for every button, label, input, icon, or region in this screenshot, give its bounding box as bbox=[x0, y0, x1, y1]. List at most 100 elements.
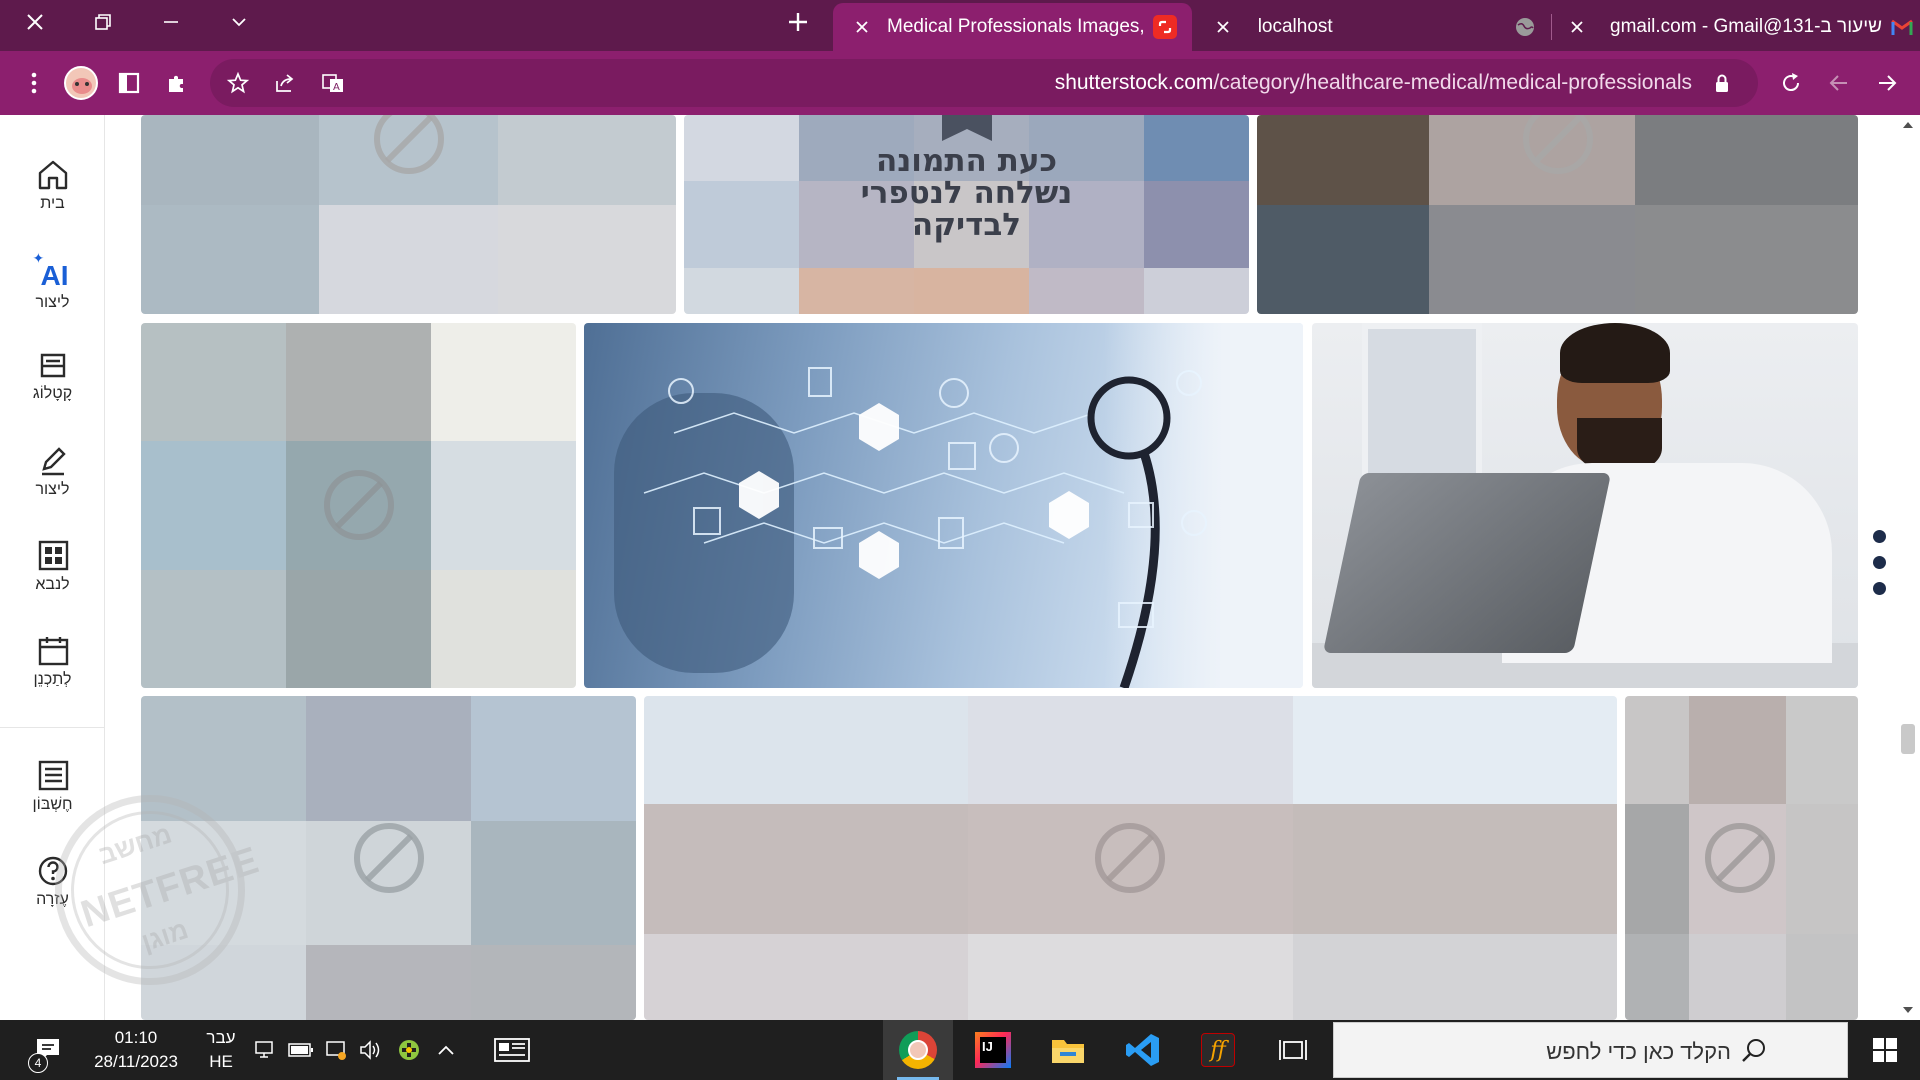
taskbar-file-explorer-button[interactable] bbox=[1033, 1020, 1103, 1080]
tab-search-button[interactable] bbox=[204, 0, 274, 44]
tab-shutterstock[interactable]: Medical Professionals Images, Pi bbox=[833, 3, 1192, 51]
clock-date: 28/11/2023 bbox=[94, 1052, 178, 1071]
image-tile-blocked[interactable] bbox=[1625, 696, 1858, 1020]
sidebar-item-predict[interactable]: לנבא bbox=[0, 540, 105, 594]
taskbar-filezilla-button[interactable]: ff bbox=[1183, 1020, 1253, 1080]
volume-tray-button[interactable] bbox=[355, 1020, 387, 1080]
address-bar[interactable]: A shutterstock.com/category/healthcare-m… bbox=[210, 59, 1758, 107]
image-tile-pending-review[interactable]: כעת התמונה נשלחה לנטפרי לבדיקה bbox=[684, 115, 1249, 314]
sidebar-item-create[interactable]: ליצור bbox=[0, 445, 105, 499]
bookmark-icon bbox=[942, 115, 992, 141]
battery-tray-button[interactable] bbox=[285, 1020, 317, 1080]
scroll-up-arrow-icon[interactable] bbox=[1902, 120, 1914, 130]
extensions-button[interactable] bbox=[157, 63, 197, 103]
image-tile-blocked[interactable] bbox=[644, 696, 1617, 1020]
calendar-icon bbox=[38, 637, 68, 666]
sidebar-item-label: חֶשְׁבּוֹן bbox=[32, 796, 73, 813]
taskbar-chrome-button[interactable] bbox=[883, 1020, 953, 1080]
show-hidden-icons-button[interactable] bbox=[430, 1020, 462, 1080]
scrollbar-thumb[interactable] bbox=[1901, 724, 1915, 754]
arrow-right-icon bbox=[1879, 75, 1897, 91]
language-code: HE bbox=[209, 1052, 233, 1071]
tray-app-button[interactable] bbox=[320, 1020, 352, 1080]
news-widget-button[interactable] bbox=[488, 1020, 536, 1080]
scroll-down-arrow-icon[interactable] bbox=[1902, 1005, 1914, 1015]
photo-laptop bbox=[1322, 473, 1612, 653]
image-tile-doctor-laptop[interactable] bbox=[1312, 323, 1858, 688]
ai-icon: ✦ AI bbox=[32, 250, 69, 291]
share-button[interactable] bbox=[265, 63, 305, 103]
bookmark-star-button[interactable] bbox=[218, 63, 258, 103]
review-notice-line: לבדיקה bbox=[911, 207, 1022, 243]
window-restore-button[interactable] bbox=[68, 0, 138, 44]
image-tile-medical-technology[interactable] bbox=[584, 323, 1303, 688]
more-options-button[interactable] bbox=[1873, 530, 1887, 608]
tab-title: שיעור ב-131@gmail.com - Gmail bbox=[1610, 16, 1882, 37]
sidebar-item-catalog[interactable]: קָטָלוֹג bbox=[0, 349, 105, 403]
sidebar-item-ai-create[interactable]: ✦ AI ליצור bbox=[0, 250, 105, 312]
notifications-button[interactable]: 4 bbox=[18, 1020, 78, 1080]
tab-close-button[interactable] bbox=[847, 12, 877, 42]
globe-icon bbox=[1513, 15, 1537, 39]
star-icon bbox=[226, 71, 250, 94]
window-minimize-button[interactable] bbox=[136, 0, 206, 44]
profile-avatar-button[interactable] bbox=[61, 63, 101, 103]
url-host: shutterstock.com bbox=[1054, 71, 1214, 94]
dot bbox=[1873, 530, 1886, 543]
tab-close-button[interactable] bbox=[1208, 12, 1238, 42]
restore-icon bbox=[95, 14, 111, 30]
new-tab-button[interactable] bbox=[763, 0, 833, 44]
reload-icon bbox=[1783, 73, 1800, 92]
language-indicator[interactable]: עבר HE bbox=[203, 1026, 239, 1074]
translate-button[interactable]: A bbox=[313, 63, 353, 103]
tab-gmail[interactable]: שיעור ב-131@gmail.com - Gmail bbox=[1552, 3, 1920, 51]
puzzle-icon bbox=[169, 75, 183, 92]
task-view-button[interactable] bbox=[1258, 1020, 1328, 1080]
window-close-button[interactable] bbox=[0, 0, 70, 44]
reload-button[interactable] bbox=[1771, 63, 1811, 103]
netfree-tray-icon bbox=[399, 1040, 419, 1060]
search-placeholder: הקלד כאן כדי לחפש bbox=[1546, 1039, 1731, 1064]
sidebar-item-label: בית bbox=[40, 195, 65, 212]
sidebar-item-label: ליצור bbox=[35, 294, 70, 311]
browser-tab-strip: Medical Professionals Images, Pi localho… bbox=[0, 0, 1920, 51]
tab-close-button[interactable] bbox=[1562, 12, 1592, 42]
network-tray-button[interactable] bbox=[250, 1020, 282, 1080]
forward-button[interactable] bbox=[1867, 63, 1907, 103]
image-tile-blocked[interactable] bbox=[1257, 115, 1858, 314]
sidebar-item-home[interactable]: בית bbox=[0, 159, 105, 213]
medical-icons-overlay bbox=[643, 367, 1207, 688]
page-scrollbar[interactable] bbox=[1896, 115, 1920, 1020]
intellij-icon: IJ bbox=[975, 1032, 1011, 1068]
taskbar-search-box[interactable]: הקלד כאן כדי לחפש bbox=[1333, 1022, 1848, 1078]
sidebar-item-label: לנבא bbox=[35, 576, 70, 593]
image-tile-blocked[interactable] bbox=[141, 323, 576, 688]
start-button[interactable] bbox=[1855, 1020, 1915, 1080]
side-panel-button[interactable] bbox=[109, 63, 149, 103]
translate-icon: A bbox=[322, 74, 343, 93]
review-notice-line: נשלחה לנטפרי bbox=[860, 175, 1073, 211]
menu-button[interactable] bbox=[14, 63, 54, 103]
language-script: עבר bbox=[206, 1028, 236, 1047]
network-icon bbox=[255, 1041, 273, 1058]
system-clock[interactable]: 01:10 28/11/2023 bbox=[86, 1026, 186, 1074]
minimize-icon bbox=[164, 21, 178, 23]
lock-icon[interactable] bbox=[1702, 63, 1742, 103]
sidebar-item-account[interactable]: חֶשְׁבּוֹן bbox=[0, 760, 105, 814]
kebab-menu-icon bbox=[31, 72, 37, 94]
image-tile-blocked[interactable] bbox=[141, 115, 676, 314]
tab-localhost[interactable]: localhost bbox=[1192, 3, 1552, 51]
taskbar-intellij-button[interactable]: IJ bbox=[958, 1020, 1028, 1080]
vscode-icon bbox=[1126, 1034, 1159, 1066]
back-button[interactable] bbox=[1819, 63, 1859, 103]
tray-app-button[interactable] bbox=[392, 1020, 426, 1080]
clock-time: 01:10 bbox=[114, 1028, 158, 1047]
taskbar-vscode-button[interactable] bbox=[1108, 1020, 1178, 1080]
battery-icon bbox=[288, 1043, 313, 1057]
close-icon bbox=[1217, 21, 1229, 33]
tab-title: localhost bbox=[1257, 16, 1333, 37]
url-path: /category/healthcare-medical/medical-pro… bbox=[1213, 71, 1692, 94]
close-icon bbox=[1571, 21, 1583, 33]
dot bbox=[1873, 556, 1886, 569]
sidebar-item-plan[interactable]: לְתַכְנֵן bbox=[0, 635, 105, 689]
